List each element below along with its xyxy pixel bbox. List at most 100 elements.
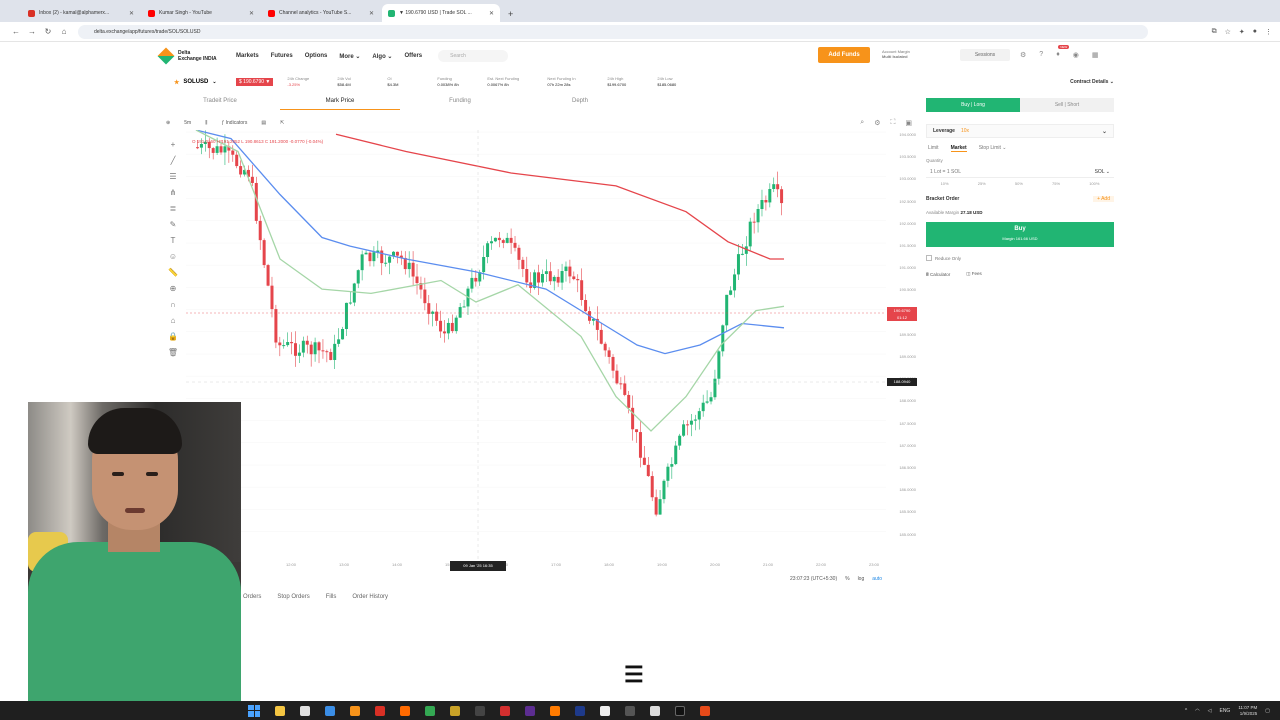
template-icon[interactable]: ▤ <box>261 120 266 126</box>
taskbar-photoshop-icon[interactable] <box>575 705 585 716</box>
order-type-stop-limit[interactable]: Stop Limit ⌄ <box>979 145 1007 152</box>
taskbar-illustrator-icon[interactable] <box>550 705 560 716</box>
quantity-unit-selector[interactable]: SOL ⌄ <box>1095 169 1110 175</box>
candle-type-icon[interactable]: ⫼ <box>205 120 207 126</box>
nav-more[interactable]: More ⌄ <box>339 53 360 60</box>
browser-tab[interactable]: Channel analytics - YouTube S... ✕ <box>262 4 380 22</box>
tab-funding[interactable]: Funding <box>400 98 520 110</box>
tab-close-icon[interactable]: ✕ <box>249 10 254 17</box>
tray-clock[interactable]: 11:07 PM 1/9/2025 <box>1238 705 1257 717</box>
taskbar-recorder-icon[interactable] <box>700 705 710 716</box>
percent-button[interactable]: 25% <box>978 181 986 186</box>
snapshot-icon[interactable]: ⇱ <box>280 120 284 126</box>
taskbar-chrome-icon[interactable] <box>425 705 435 716</box>
time-axis[interactable]: 12:0013:0014:0015:0016:0017:0018:0019:00… <box>240 562 920 572</box>
sell-short-tab[interactable]: Sell | Short <box>1020 98 1114 112</box>
start-button-icon[interactable] <box>248 704 260 717</box>
profile-icon[interactable]: ● <box>1253 28 1257 36</box>
tab-stop-orders[interactable]: Stop Orders <box>277 594 309 600</box>
percent-button[interactable]: 50% <box>1015 181 1023 186</box>
percent-button[interactable]: 75% <box>1052 181 1060 186</box>
candlestick-chart[interactable] <box>186 130 886 560</box>
notification-icon[interactable]: ♦ NEW <box>1056 45 1070 59</box>
forward-icon[interactable]: → <box>24 27 40 36</box>
tray-wifi-icon[interactable]: ◠ <box>1195 708 1199 714</box>
calculator-link[interactable]: 🖩 Calculator <box>926 271 950 279</box>
nav-offers[interactable]: Offers <box>404 53 422 59</box>
tab-depth[interactable]: Depth <box>520 98 640 110</box>
leverage-selector[interactable]: Leverage 10x ⌄ <box>926 124 1114 138</box>
tab-close-icon[interactable]: ✕ <box>369 10 374 17</box>
pitchfork-icon[interactable]: ⋔ <box>170 188 177 197</box>
browser-tab[interactable]: ▼ 190.6790 USD | Trade SOL ... ✕ <box>382 4 500 22</box>
indicators-button[interactable]: ƒ Indicators <box>221 120 247 126</box>
reload-icon[interactable]: ↻ <box>40 27 56 36</box>
settings-icon[interactable]: ⚙ <box>1020 51 1026 59</box>
percent-button[interactable]: 10% <box>941 181 949 186</box>
back-icon[interactable]: ← <box>8 27 24 36</box>
new-tab-button[interactable]: + <box>508 9 513 19</box>
buy-button[interactable]: Buy Margin 161.66 USD <box>926 222 1114 247</box>
taskbar-vlc-icon[interactable] <box>350 705 360 716</box>
fees-link[interactable]: ◫ Fees <box>966 271 982 279</box>
auto-toggle[interactable]: auto <box>872 576 882 582</box>
favorite-star-icon[interactable]: ★ <box>174 79 179 86</box>
taskbar-acrobat-icon[interactable] <box>500 705 510 716</box>
account-icon[interactable]: ◉ <box>1073 51 1079 59</box>
tab-mark-price[interactable]: Mark Price <box>280 98 400 110</box>
order-type-market[interactable]: Market <box>950 145 967 152</box>
camera-icon[interactable]: ▣ <box>905 119 912 127</box>
tab-order-history[interactable]: Order History <box>352 594 388 600</box>
fib-icon[interactable]: ≣ <box>170 204 177 213</box>
percent-button[interactable]: 100% <box>1089 181 1099 186</box>
taskbar-notes-icon[interactable] <box>650 705 660 716</box>
log-toggle[interactable]: log <box>858 576 865 582</box>
text-icon[interactable]: T <box>171 236 176 245</box>
reduce-only-checkbox[interactable]: Reduce Only <box>926 255 1114 261</box>
taskbar-firefox-icon[interactable] <box>400 705 410 716</box>
tray-volume-icon[interactable]: ◁ <box>1208 708 1212 714</box>
tab-close-icon[interactable]: ✕ <box>129 10 134 17</box>
horizontal-line-icon[interactable]: ☰ <box>169 172 176 181</box>
search-input[interactable]: Search <box>438 50 509 62</box>
order-type-limit[interactable]: Limit <box>928 145 939 152</box>
tray-language[interactable]: ENG <box>1219 708 1230 714</box>
trash-icon[interactable]: 🗑 <box>168 348 178 357</box>
taskbar-app-icon[interactable] <box>375 705 385 716</box>
bookmark-star-icon[interactable]: ☆ <box>1225 28 1231 36</box>
taskbar-premiere-icon[interactable] <box>525 705 535 716</box>
tab-tradeit-price[interactable]: Tradeit Price <box>160 98 280 110</box>
browser-tab[interactable]: Inbox (2) - kamal@alphamerx... ✕ <box>22 4 140 22</box>
bracket-add-button[interactable]: + Add <box>1093 196 1114 202</box>
magnifier-icon[interactable]: ⊕ <box>170 284 177 293</box>
tab-fills[interactable]: Fills <box>326 594 337 600</box>
sessions-button[interactable]: Sessions <box>960 49 1010 61</box>
extensions-icon[interactable]: ✦ <box>1239 28 1245 36</box>
price-axis[interactable]: 194.0000 193.5000 193.0000 192.5000 192.0000… <box>886 128 920 560</box>
help-icon[interactable]: ? <box>1039 51 1043 59</box>
taskbar-notepad-icon[interactable] <box>300 705 310 716</box>
percent-toggle[interactable]: % <box>845 576 849 582</box>
chart-settings-icon[interactable]: ⚙ <box>874 119 880 127</box>
lock-icon[interactable]: 🔒 <box>168 332 178 341</box>
taskbar-settings-icon[interactable] <box>625 705 635 716</box>
brush-icon[interactable]: ✎ <box>170 220 177 229</box>
ruler-icon[interactable]: 📏 <box>168 268 178 277</box>
add-symbol-icon[interactable]: ⊕ <box>166 120 170 126</box>
lock-draw-icon[interactable]: ⌂ <box>171 316 176 325</box>
trend-line-icon[interactable]: ╱ <box>171 156 176 165</box>
tray-chevron-icon[interactable]: ^ <box>1185 708 1187 714</box>
fullscreen-icon[interactable]: ⛶ <box>890 119 895 127</box>
taskbar-store-icon[interactable] <box>325 705 335 716</box>
add-funds-button[interactable]: Add Funds <box>818 47 870 63</box>
nav-algo[interactable]: Algo ⌄ <box>372 53 392 60</box>
taskbar-capcut-icon[interactable] <box>675 705 685 716</box>
buy-long-tab[interactable]: Buy | Long <box>926 98 1020 112</box>
browser-tab[interactable]: Kumar Singh - YouTube ✕ <box>142 4 260 22</box>
tab-close-icon[interactable]: ✕ <box>489 10 494 17</box>
symbol-selector[interactable]: ★ SOLUSD ⌄ <box>160 79 236 86</box>
notification-center-icon[interactable]: ▢ <box>1265 708 1270 714</box>
nav-markets[interactable]: Markets <box>236 53 259 59</box>
contract-details-link[interactable]: Contract Details ⌄ <box>1070 79 1120 85</box>
tab-orders[interactable]: Orders <box>243 594 261 600</box>
